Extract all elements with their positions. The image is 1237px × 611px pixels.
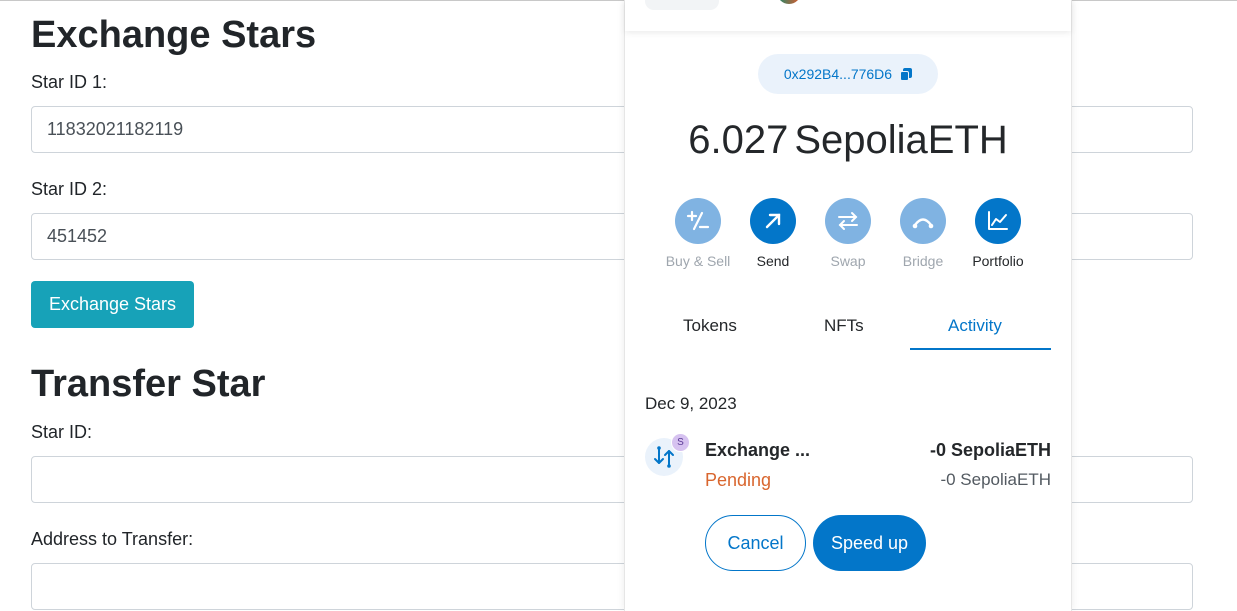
bridge-button[interactable]: Bridge bbox=[885, 198, 961, 269]
plus-minus-icon bbox=[675, 198, 721, 244]
portfolio-button[interactable]: Portfolio bbox=[960, 198, 1036, 269]
buy-sell-label: Buy & Sell bbox=[665, 253, 731, 269]
active-tab-indicator bbox=[910, 348, 1051, 350]
swap-arrows-icon bbox=[825, 198, 871, 244]
tx-title[interactable]: Exchange ... bbox=[705, 440, 810, 461]
wallet-header bbox=[625, 0, 1071, 31]
portfolio-label: Portfolio bbox=[972, 253, 1024, 269]
account-address: 0x292B4...776D6 bbox=[783, 66, 893, 82]
send-label: Send bbox=[756, 253, 790, 269]
swap-label: Swap bbox=[830, 253, 866, 269]
swap-button[interactable]: Swap bbox=[810, 198, 886, 269]
network-badge: S bbox=[671, 433, 690, 452]
balance-amount: 6.027 bbox=[688, 118, 789, 162]
transfer-star-heading: Transfer Star bbox=[31, 363, 266, 405]
star-id-1-label: Star ID 1: bbox=[31, 72, 108, 92]
network-selector[interactable] bbox=[645, 0, 719, 10]
send-button[interactable]: Send bbox=[735, 198, 811, 269]
tab-nfts[interactable]: NFTs bbox=[824, 316, 864, 336]
balance-unit: SepoliaETH bbox=[794, 118, 1008, 162]
transfer-star-id-label: Star ID: bbox=[31, 422, 93, 442]
tab-activity[interactable]: Activity bbox=[948, 316, 1002, 336]
tab-tokens[interactable]: Tokens bbox=[683, 316, 737, 336]
arrow-up-right-icon bbox=[750, 198, 796, 244]
exchange-stars-button[interactable]: Exchange Stars bbox=[31, 281, 194, 328]
chart-icon bbox=[975, 198, 1021, 244]
star-id-2-label: Star ID 2: bbox=[31, 179, 108, 199]
account-avatar[interactable] bbox=[777, 0, 801, 4]
account-address-button[interactable]: 0x292B4...776D6 bbox=[758, 54, 938, 94]
tx-status: Pending bbox=[705, 470, 772, 490]
balance-display: 6.027 SepoliaETH bbox=[625, 118, 1071, 163]
wallet-popup: 0x292B4...776D6 6.027 SepoliaETH Buy & Se… bbox=[624, 0, 1072, 611]
buy-sell-button[interactable]: Buy & Sell bbox=[660, 198, 736, 269]
tx-amount: -0 SepoliaETH bbox=[929, 440, 1051, 460]
activity-date: Dec 9, 2023 bbox=[645, 394, 737, 413]
cancel-tx-button[interactable]: Cancel bbox=[705, 515, 806, 571]
transfer-address-label: Address to Transfer: bbox=[31, 529, 194, 549]
speed-up-button[interactable]: Speed up bbox=[813, 515, 926, 571]
copy-icon bbox=[900, 67, 913, 81]
bridge-icon bbox=[900, 198, 946, 244]
exchange-stars-heading: Exchange Stars bbox=[31, 14, 317, 56]
bridge-label: Bridge bbox=[902, 253, 944, 269]
tx-amount-secondary: -0 SepoliaETH bbox=[940, 470, 1051, 489]
